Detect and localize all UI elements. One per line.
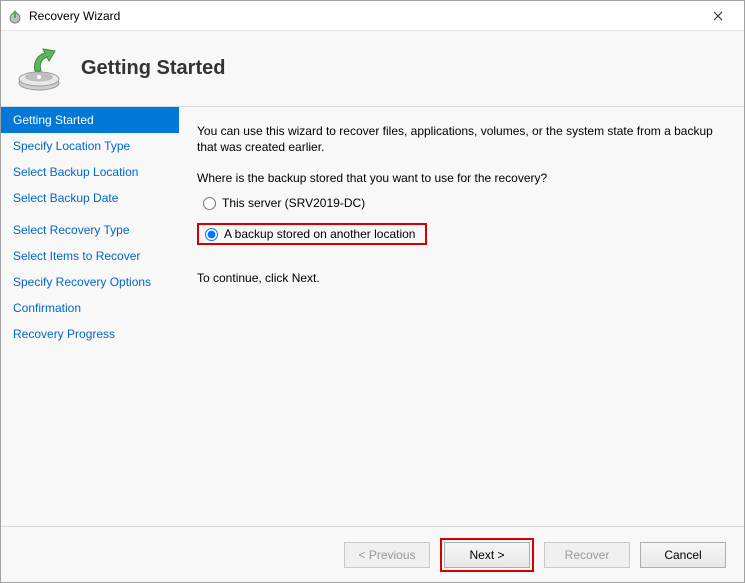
intro-text: You can use this wizard to recover files… [197,123,722,155]
titlebar: Recovery Wizard [1,1,744,31]
sidebar-item-select-backup-date[interactable]: Select Backup Date [1,185,179,211]
content-area: You can use this wizard to recover files… [179,107,744,526]
sidebar-item-specify-recovery-options[interactable]: Specify Recovery Options [1,269,179,295]
footer: < Previous Next > Recover Cancel [1,526,744,582]
question-text: Where is the backup stored that you want… [197,171,722,185]
radio-this-server-input[interactable] [203,197,216,210]
close-button[interactable] [698,2,738,30]
body: Getting Started Specify Location Type Se… [1,107,744,526]
next-button[interactable]: Next > [444,542,530,568]
wizard-steps-sidebar: Getting Started Specify Location Type Se… [1,107,179,526]
recovery-wizard-window: Recovery Wizard Getting Started Getting … [0,0,745,583]
highlight-another-location: A backup stored on another location [197,223,427,245]
sidebar-item-select-backup-location[interactable]: Select Backup Location [1,159,179,185]
app-icon [7,8,23,24]
page-title: Getting Started [81,57,225,80]
sidebar-item-select-recovery-type[interactable]: Select Recovery Type [1,217,179,243]
cancel-button[interactable]: Cancel [640,542,726,568]
radio-another-location[interactable]: A backup stored on another location [203,227,415,241]
recover-button[interactable]: Recover [544,542,630,568]
sidebar-item-specify-location-type[interactable]: Specify Location Type [1,133,179,159]
sidebar-item-confirmation[interactable]: Confirmation [1,295,179,321]
radio-another-location-input[interactable] [205,228,218,241]
previous-button[interactable]: < Previous [344,542,430,568]
sidebar-item-select-items-to-recover[interactable]: Select Items to Recover [1,243,179,269]
sidebar-item-getting-started[interactable]: Getting Started [1,107,179,133]
sidebar-item-recovery-progress[interactable]: Recovery Progress [1,321,179,347]
highlight-next-button: Next > [440,538,534,572]
header: Getting Started [1,31,744,107]
continue-hint: To continue, click Next. [197,271,722,285]
radio-this-server[interactable]: This server (SRV2019-DC) [197,193,722,213]
window-title: Recovery Wizard [29,9,698,23]
radio-this-server-label: This server (SRV2019-DC) [222,196,365,210]
wizard-icon [15,45,63,93]
radio-another-location-label: A backup stored on another location [224,227,415,241]
